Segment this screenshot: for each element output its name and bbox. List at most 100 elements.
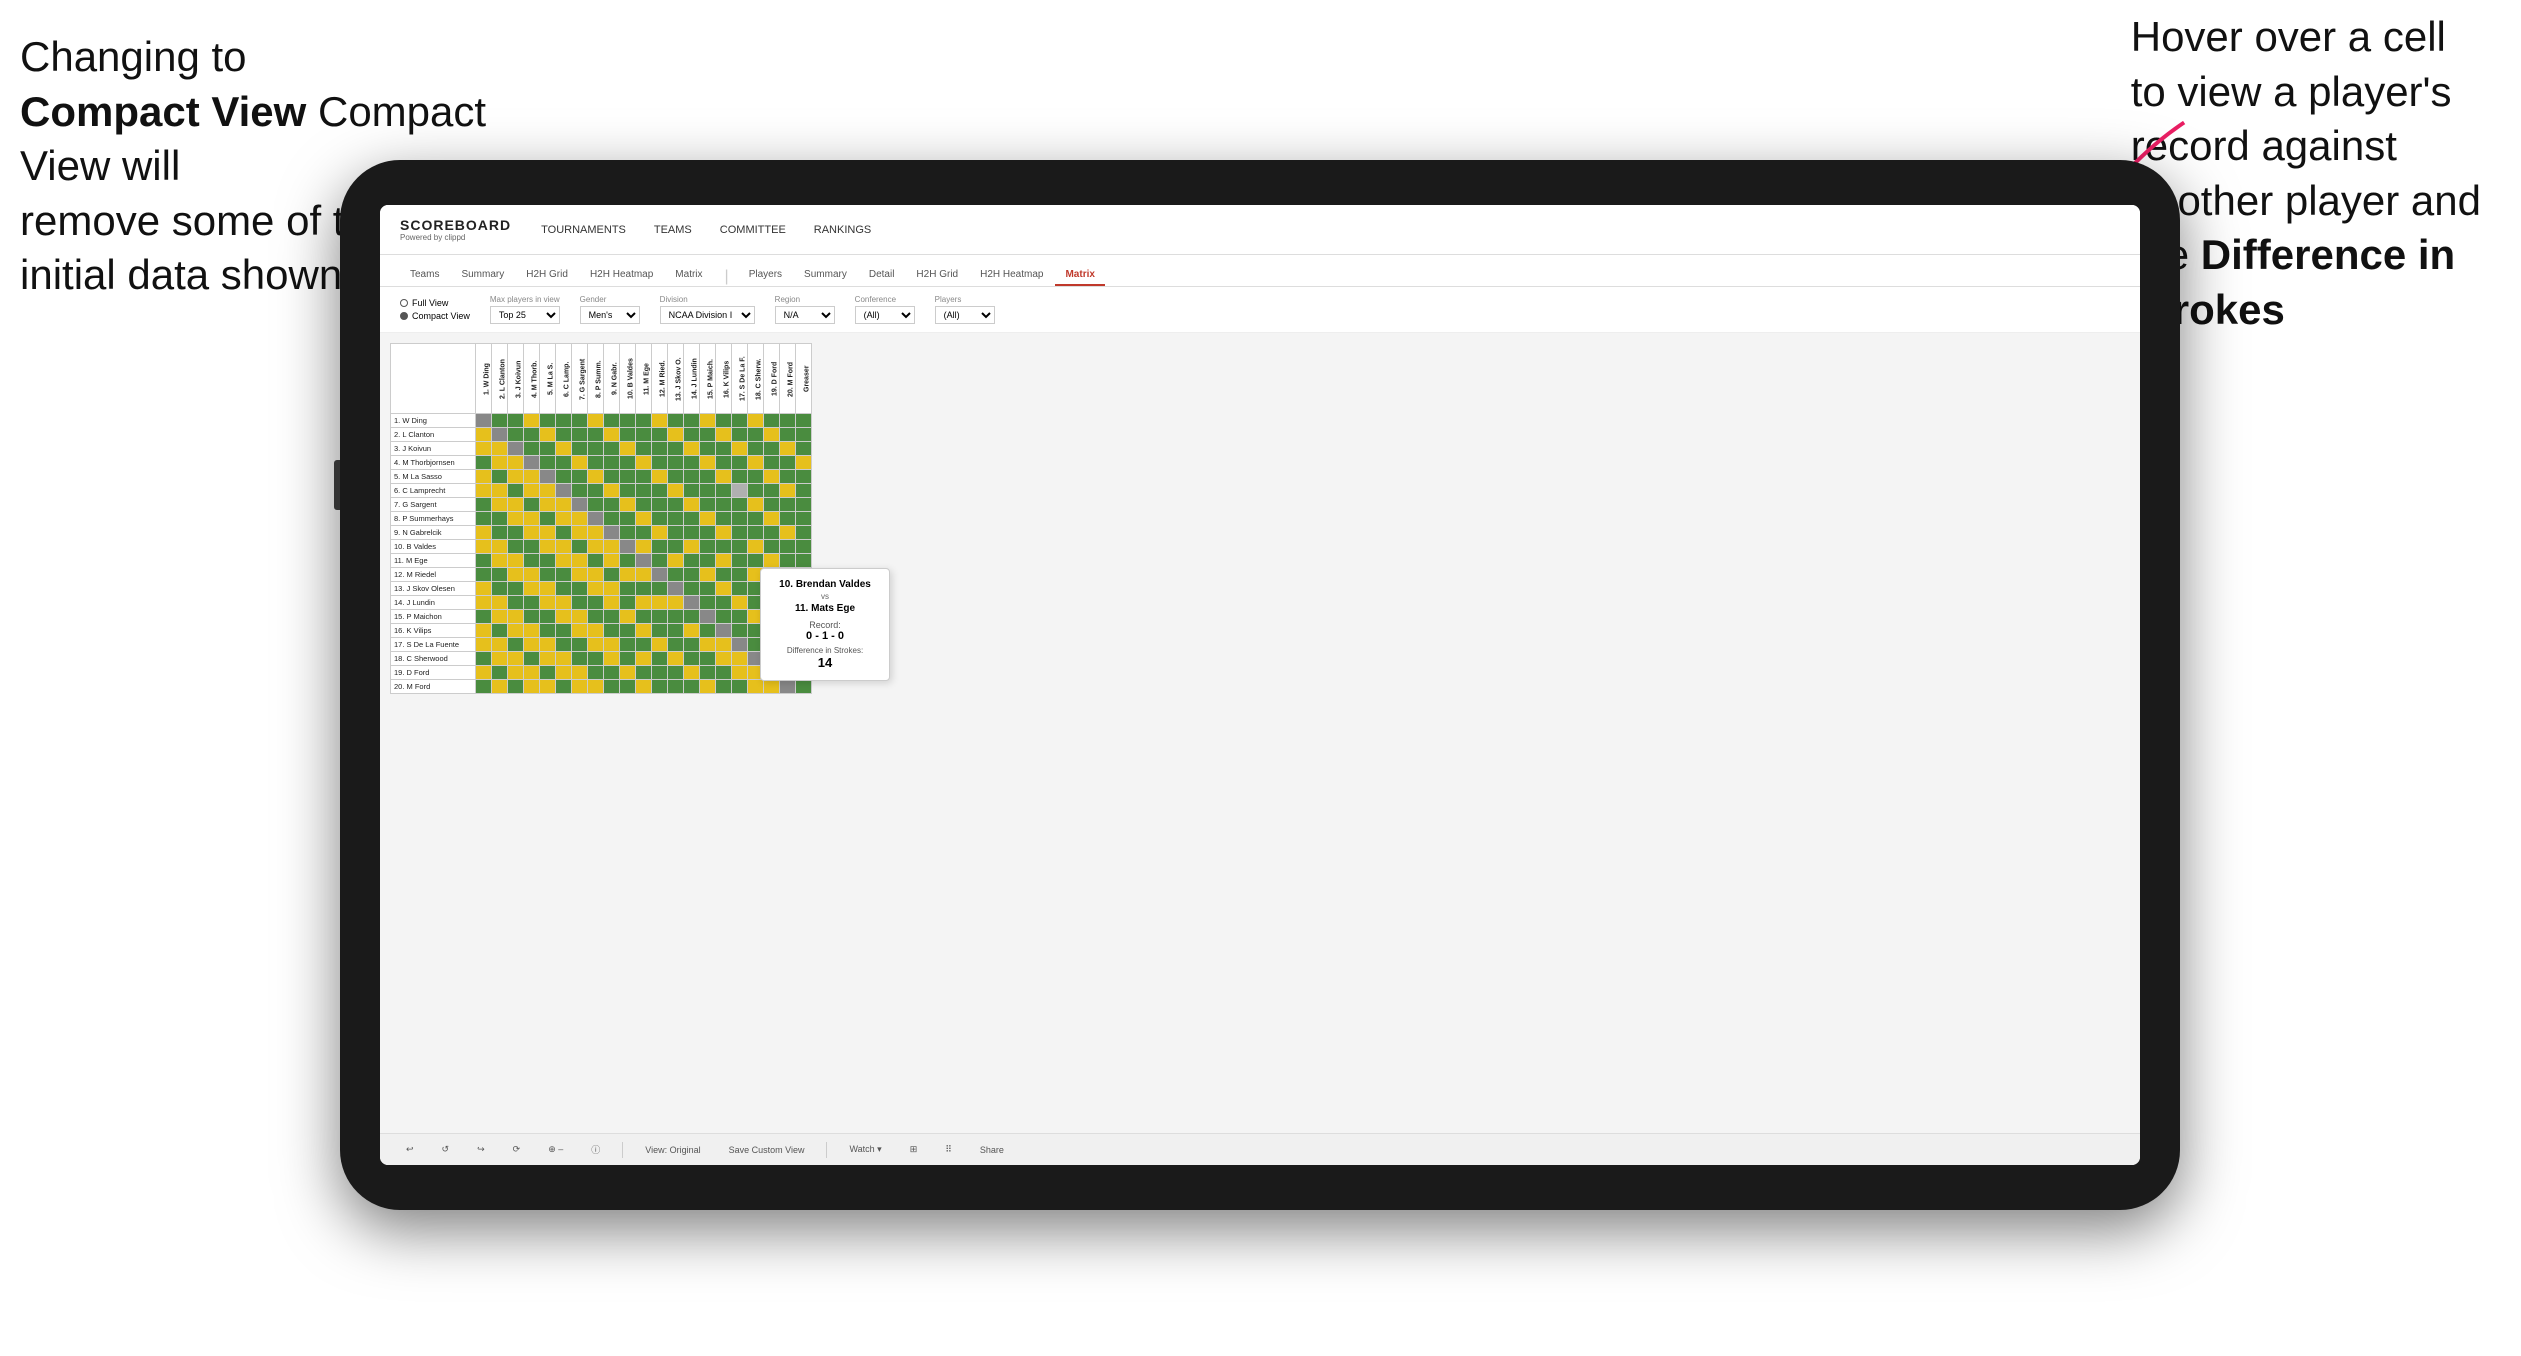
matrix-cell[interactable] <box>716 610 732 624</box>
matrix-cell[interactable] <box>636 498 652 512</box>
matrix-cell[interactable] <box>540 428 556 442</box>
tab-players[interactable]: Players <box>739 265 792 286</box>
matrix-cell[interactable] <box>636 442 652 456</box>
matrix-cell[interactable] <box>508 624 524 638</box>
matrix-cell[interactable] <box>572 638 588 652</box>
matrix-cell[interactable] <box>668 456 684 470</box>
matrix-cell[interactable] <box>636 582 652 596</box>
matrix-cell[interactable] <box>684 666 700 680</box>
matrix-cell[interactable] <box>716 666 732 680</box>
tab-h2h-heatmap2[interactable]: H2H Heatmap <box>970 265 1053 286</box>
matrix-cell[interactable] <box>796 526 812 540</box>
matrix-cell[interactable] <box>780 456 796 470</box>
matrix-cell[interactable] <box>572 554 588 568</box>
matrix-cell[interactable] <box>492 526 508 540</box>
matrix-cell[interactable] <box>700 666 716 680</box>
matrix-cell[interactable] <box>636 652 652 666</box>
matrix-cell[interactable] <box>620 582 636 596</box>
matrix-cell[interactable] <box>588 442 604 456</box>
matrix-cell[interactable] <box>700 526 716 540</box>
matrix-cell[interactable] <box>524 666 540 680</box>
matrix-cell[interactable] <box>748 456 764 470</box>
matrix-cell[interactable] <box>636 456 652 470</box>
matrix-cell[interactable] <box>716 414 732 428</box>
tab-matrix2[interactable]: Matrix <box>1055 265 1104 286</box>
tab-matrix[interactable]: Matrix <box>665 265 712 286</box>
matrix-cell[interactable] <box>524 680 540 694</box>
matrix-cell[interactable] <box>716 624 732 638</box>
matrix-cell[interactable] <box>780 414 796 428</box>
matrix-cell[interactable] <box>748 540 764 554</box>
matrix-cell[interactable] <box>572 484 588 498</box>
matrix-cell[interactable] <box>476 540 492 554</box>
matrix-cell[interactable] <box>684 554 700 568</box>
matrix-cell[interactable] <box>604 610 620 624</box>
matrix-cell[interactable] <box>732 610 748 624</box>
matrix-cell[interactable] <box>476 624 492 638</box>
matrix-cell[interactable] <box>652 568 668 582</box>
matrix-cell[interactable] <box>492 652 508 666</box>
matrix-cell[interactable] <box>588 680 604 694</box>
matrix-cell[interactable] <box>572 470 588 484</box>
matrix-cell[interactable] <box>492 540 508 554</box>
conference-select[interactable]: (All) <box>855 306 915 324</box>
matrix-cell[interactable] <box>620 512 636 526</box>
matrix-cell[interactable] <box>508 652 524 666</box>
matrix-cell[interactable] <box>588 456 604 470</box>
nav-committee[interactable]: COMMITTEE <box>720 220 786 240</box>
matrix-cell[interactable] <box>668 512 684 526</box>
matrix-cell[interactable] <box>588 568 604 582</box>
matrix-cell[interactable] <box>764 442 780 456</box>
tab-detail[interactable]: Detail <box>859 265 905 286</box>
matrix-cell[interactable] <box>620 568 636 582</box>
matrix-cell[interactable] <box>572 610 588 624</box>
matrix-cell[interactable] <box>620 414 636 428</box>
matrix-cell[interactable] <box>524 568 540 582</box>
matrix-cell[interactable] <box>652 596 668 610</box>
matrix-cell[interactable] <box>540 498 556 512</box>
matrix-cell[interactable] <box>636 596 652 610</box>
matrix-cell[interactable] <box>780 484 796 498</box>
matrix-cell[interactable] <box>508 568 524 582</box>
division-select[interactable]: NCAA Division I <box>660 306 755 324</box>
matrix-cell[interactable] <box>572 666 588 680</box>
table-row[interactable]: 2. L Clanton <box>391 428 812 442</box>
table-row[interactable]: 19. D Ford <box>391 666 812 680</box>
nav-teams[interactable]: TEAMS <box>654 220 692 240</box>
matrix-cell[interactable] <box>492 414 508 428</box>
matrix-cell[interactable] <box>492 638 508 652</box>
matrix-cell[interactable] <box>684 540 700 554</box>
matrix-cell[interactable] <box>508 610 524 624</box>
matrix-cell[interactable] <box>700 484 716 498</box>
matrix-cell[interactable] <box>508 554 524 568</box>
tab-h2h-grid2[interactable]: H2H Grid <box>906 265 968 286</box>
matrix-cell[interactable] <box>748 442 764 456</box>
matrix-cell[interactable] <box>572 568 588 582</box>
matrix-cell[interactable] <box>748 512 764 526</box>
matrix-cell[interactable] <box>572 498 588 512</box>
matrix-cell[interactable] <box>556 652 572 666</box>
matrix-cell[interactable] <box>652 638 668 652</box>
matrix-cell[interactable] <box>748 428 764 442</box>
matrix-cell[interactable] <box>556 666 572 680</box>
matrix-cell[interactable] <box>508 526 524 540</box>
matrix-cell[interactable] <box>540 484 556 498</box>
matrix-cell[interactable] <box>652 554 668 568</box>
matrix-cell[interactable] <box>476 652 492 666</box>
matrix-cell[interactable] <box>796 414 812 428</box>
matrix-cell[interactable] <box>636 512 652 526</box>
tab-summary[interactable]: Summary <box>451 265 514 286</box>
view-original-button[interactable]: View: Original <box>639 1143 706 1157</box>
matrix-cell[interactable] <box>620 470 636 484</box>
matrix-cell[interactable] <box>492 498 508 512</box>
matrix-cell[interactable] <box>716 554 732 568</box>
matrix-cell[interactable] <box>732 484 748 498</box>
matrix-cell[interactable] <box>684 456 700 470</box>
matrix-cell[interactable] <box>748 526 764 540</box>
matrix-cell[interactable] <box>636 540 652 554</box>
matrix-cell[interactable] <box>716 498 732 512</box>
matrix-cell[interactable] <box>796 428 812 442</box>
matrix-cell[interactable] <box>492 610 508 624</box>
matrix-cell[interactable] <box>732 442 748 456</box>
matrix-cell[interactable] <box>636 680 652 694</box>
